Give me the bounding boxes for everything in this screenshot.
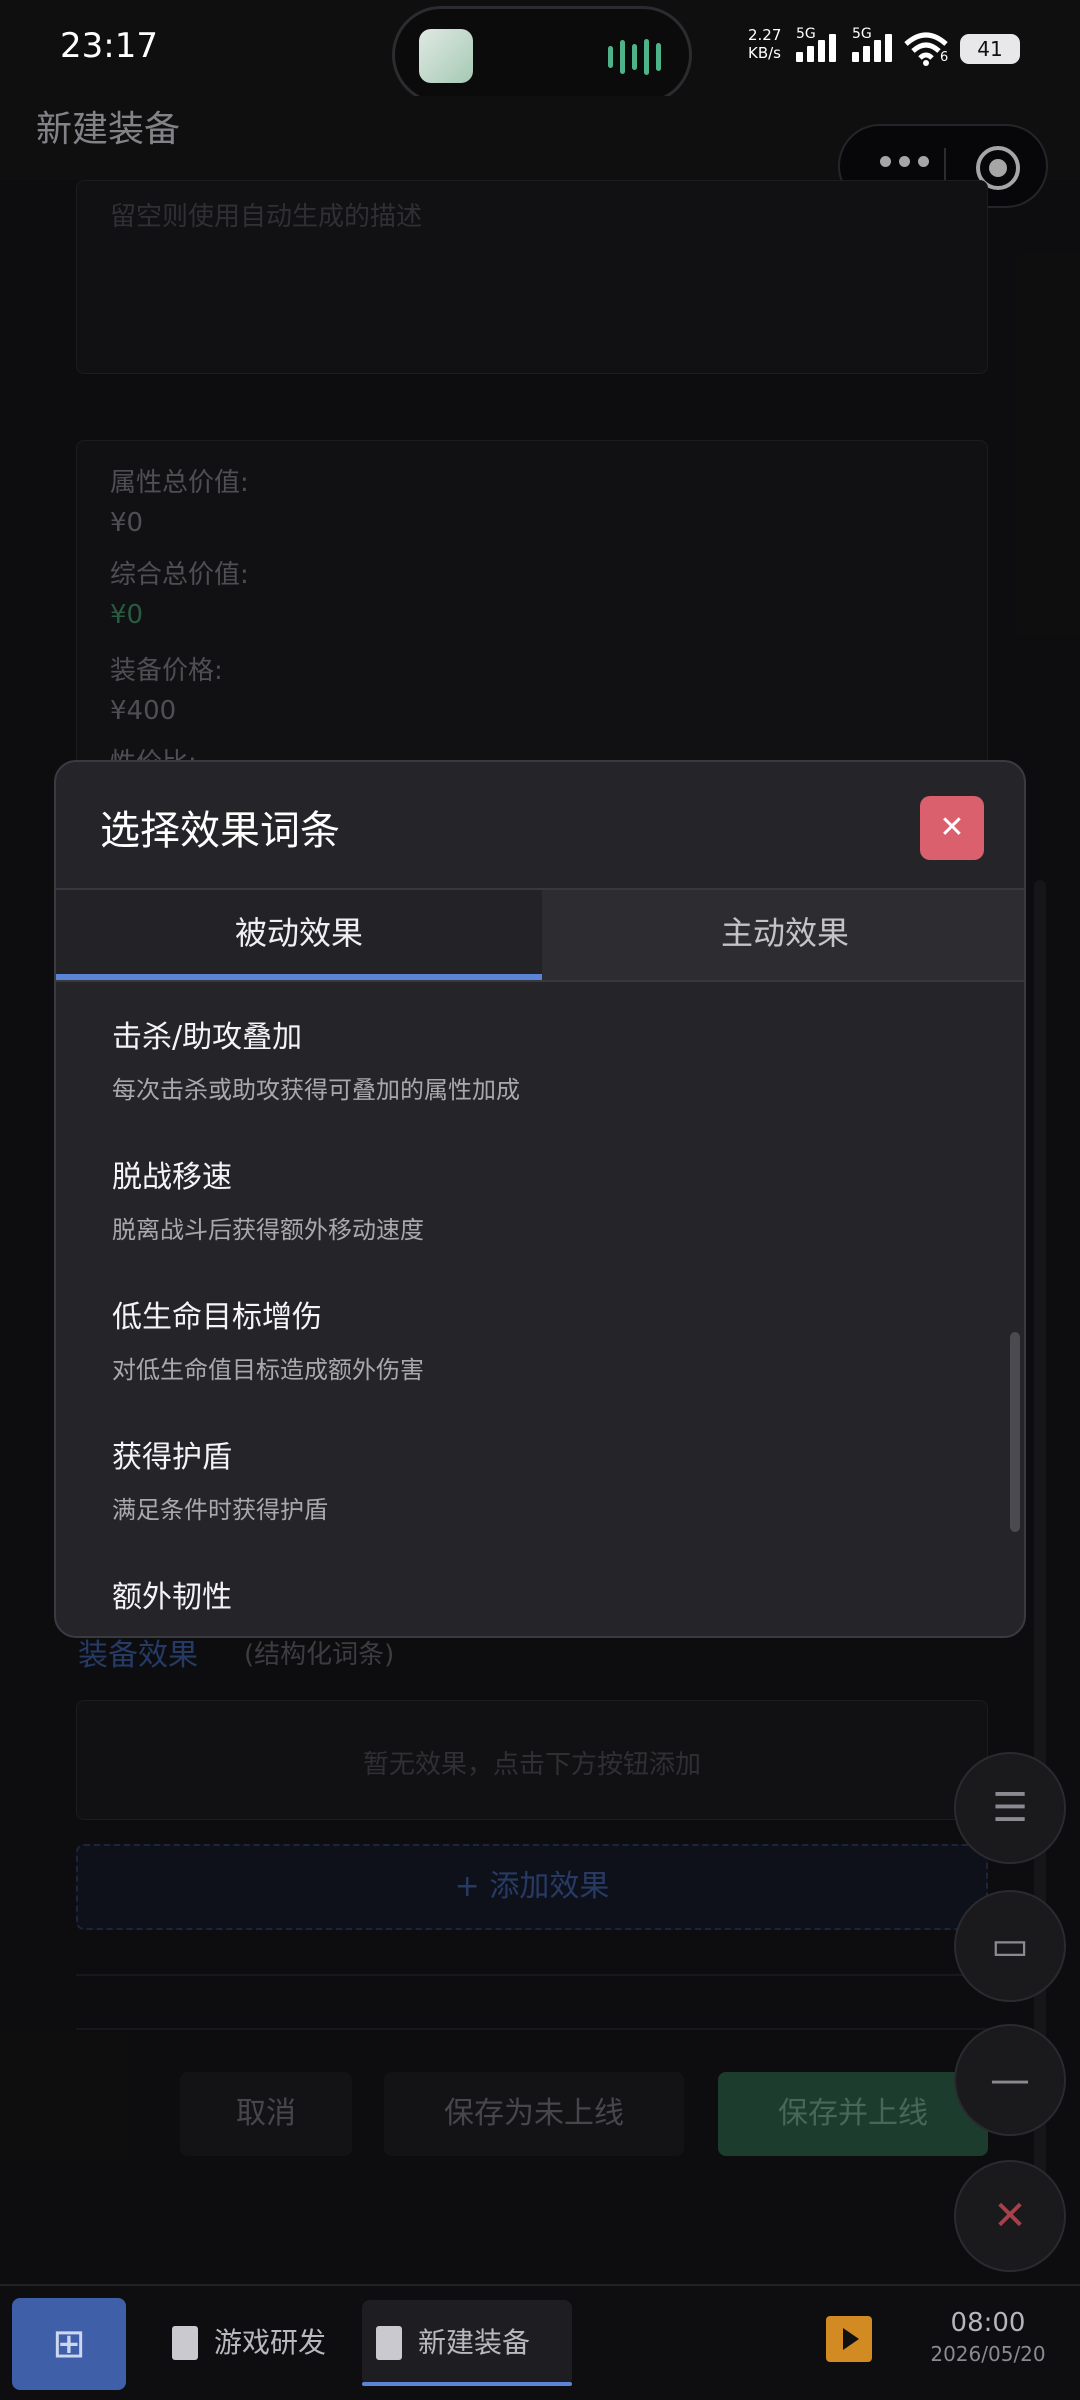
modal-close-button[interactable]: ✕ bbox=[920, 796, 984, 860]
taskbar-clock[interactable]: 08:00 2026/05/20 bbox=[928, 2308, 1048, 2366]
tab-passive-effects[interactable]: 被动效果 bbox=[56, 890, 542, 980]
tab-active-effects[interactable]: 主动效果 bbox=[542, 890, 1024, 980]
item-desc: 对低生命值目标造成额外伤害 bbox=[112, 1356, 424, 1384]
item-desc: 获得额外韧性加成 bbox=[112, 1630, 304, 1636]
list-item[interactable]: 额外韧性 获得额外韧性加成 bbox=[112, 1572, 304, 1636]
battery-indicator: 41 bbox=[960, 34, 1020, 64]
clock-time: 08:00 bbox=[950, 2308, 1026, 2338]
signal-icon-sim2: 5G bbox=[852, 26, 892, 62]
app-page: 23:17 2.27 KB/s 5G 5G 6 41 新建装备 留空则使用自动生… bbox=[0, 0, 1080, 2400]
list-item[interactable]: 脱战移速 脱离战斗后获得额外移动速度 bbox=[112, 1152, 424, 1245]
list-item[interactable]: 获得护盾 满足条件时获得护盾 bbox=[112, 1432, 328, 1525]
app-thumbnail-icon bbox=[419, 29, 473, 83]
dynamic-island[interactable] bbox=[392, 6, 692, 104]
task-label: 新建装备 bbox=[418, 2326, 531, 2359]
item-title: 低生命目标增伤 bbox=[112, 1300, 322, 1335]
item-desc: 满足条件时获得护盾 bbox=[112, 1496, 328, 1524]
task-game-dev[interactable]: 游戏研发 bbox=[158, 2300, 348, 2386]
signal-icon-sim1: 5G bbox=[796, 26, 836, 62]
document-icon bbox=[172, 2326, 198, 2360]
item-desc: 每次击杀或助攻获得可叠加的属性加成 bbox=[112, 1076, 520, 1104]
minimize-fab[interactable]: — bbox=[954, 2024, 1066, 2136]
tab-label: 被动效果 bbox=[234, 914, 363, 952]
window-fab[interactable]: ▭ bbox=[954, 1890, 1066, 2002]
list-scrollbar[interactable] bbox=[1010, 1332, 1020, 1532]
effect-type-tabs: 被动效果 主动效果 bbox=[56, 890, 1024, 980]
wifi-label: 6 bbox=[940, 50, 949, 65]
menu-fab[interactable]: ☰ bbox=[954, 1752, 1066, 1864]
clock-date: 2026/05/20 bbox=[930, 2342, 1046, 2366]
audio-wave-icon bbox=[608, 39, 661, 75]
item-title: 额外韧性 bbox=[112, 1580, 232, 1615]
status-bar: 23:17 2.27 KB/s 5G 5G 6 41 bbox=[0, 0, 1080, 104]
effect-list[interactable]: 击杀/助攻叠加 每次击杀或助攻获得可叠加的属性加成 脱战移速 脱离战斗后获得额外… bbox=[56, 982, 1024, 1636]
media-play-icon[interactable] bbox=[826, 2316, 872, 2362]
tab-label: 主动效果 bbox=[720, 914, 849, 952]
status-time: 23:17 bbox=[60, 26, 158, 66]
item-title: 获得护盾 bbox=[112, 1440, 232, 1475]
document-icon bbox=[376, 2326, 402, 2360]
list-item[interactable]: 击杀/助攻叠加 每次击杀或助攻获得可叠加的属性加成 bbox=[112, 1012, 520, 1105]
modal-title: 选择效果词条 bbox=[100, 808, 340, 854]
network-speed: 2.27 KB/s bbox=[748, 26, 782, 62]
list-item[interactable]: 低生命目标增伤 对低生命值目标造成额外伤害 bbox=[112, 1292, 424, 1385]
item-title: 脱战移速 bbox=[112, 1160, 232, 1195]
item-title: 击杀/助攻叠加 bbox=[112, 1020, 303, 1055]
select-effect-modal: 选择效果词条 ✕ 被动效果 主动效果 击杀/助攻叠加 每次击杀或助攻获得可叠加的… bbox=[54, 760, 1026, 1638]
close-fab[interactable]: ✕ bbox=[954, 2160, 1066, 2272]
task-new-equipment[interactable]: 新建装备 bbox=[362, 2300, 572, 2386]
start-button[interactable]: ⊞ bbox=[12, 2298, 126, 2390]
task-label: 游戏研发 bbox=[214, 2326, 327, 2359]
item-desc: 脱离战斗后获得额外移动速度 bbox=[112, 1216, 424, 1244]
